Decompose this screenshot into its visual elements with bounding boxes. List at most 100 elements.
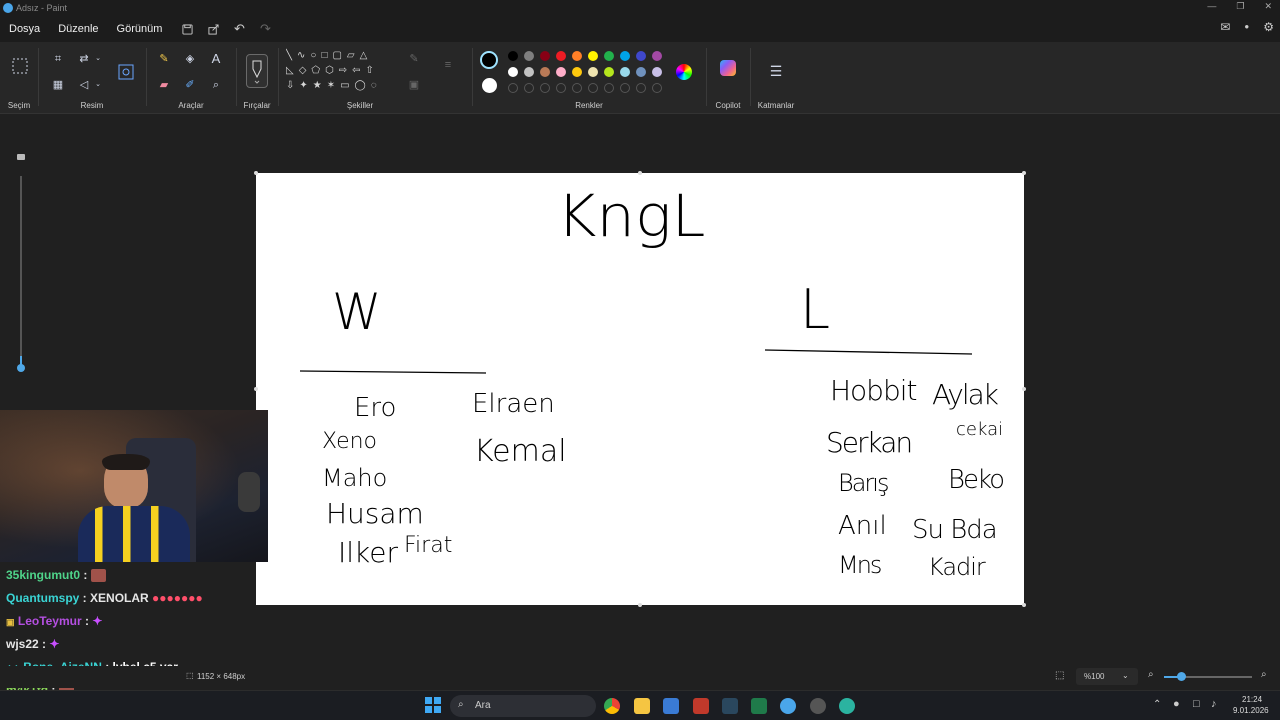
custom-color-slot[interactable] [540, 83, 550, 93]
color-swatch[interactable] [620, 51, 630, 61]
custom-color-slot[interactable] [588, 83, 598, 93]
drawing-canvas[interactable]: KngL W L Ero Elraen Xeno Kemal Maho Husa… [256, 173, 1024, 605]
secondary-color-swatch[interactable] [482, 78, 497, 93]
share-icon[interactable] [203, 19, 223, 39]
paint-taskbar-icon[interactable] [780, 698, 796, 714]
zoom-in-icon[interactable]: ⌕ [1261, 669, 1267, 680]
custom-color-slot[interactable] [652, 83, 662, 93]
primary-color-swatch[interactable] [480, 51, 498, 69]
slider-thumb[interactable] [17, 364, 25, 372]
edge-icon[interactable] [839, 698, 855, 714]
text-tool-icon[interactable]: A [208, 52, 224, 68]
menu-view[interactable]: Görünüm [108, 23, 172, 35]
volume-icon[interactable]: ♪ [1211, 698, 1217, 710]
color-swatch[interactable] [588, 51, 598, 61]
color-swatch[interactable] [636, 51, 646, 61]
custom-color-slot[interactable] [604, 83, 614, 93]
zoom-select[interactable]: %100 ⌄ [1076, 668, 1138, 685]
chrome-icon[interactable] [604, 698, 620, 714]
color-swatch[interactable] [636, 67, 646, 77]
maximize-icon[interactable]: ❐ [1236, 1, 1244, 12]
color-picker-icon[interactable]: ✐ [182, 78, 198, 94]
photos-icon[interactable] [663, 698, 679, 714]
eraser-icon[interactable]: ▰ [156, 78, 172, 94]
color-swatch[interactable] [604, 51, 614, 61]
taskbar-search[interactable]: ⌕ Ara [450, 695, 596, 717]
colors-label: Renkler [575, 101, 603, 110]
outline-icon[interactable]: ✎ [406, 52, 422, 68]
windows-start-icon[interactable] [425, 697, 441, 713]
custom-color-slot[interactable] [556, 83, 566, 93]
canvas-handle[interactable] [638, 603, 642, 607]
right-name: Kadir [928, 553, 986, 581]
canvas-handle[interactable] [1022, 387, 1026, 391]
color-swatch[interactable] [572, 67, 582, 77]
resize-dropdown-icon[interactable]: ⌄ [90, 52, 106, 68]
steam-icon[interactable] [722, 698, 738, 714]
menu-edit[interactable]: Düzenle [49, 23, 107, 35]
color-swatch[interactable] [604, 67, 614, 77]
custom-color-slot[interactable] [572, 83, 582, 93]
canvas-handle[interactable] [254, 387, 258, 391]
clock-date[interactable]: 9.01.2026 [1233, 706, 1269, 715]
custom-color-slot[interactable] [508, 83, 518, 93]
fill-bucket-icon[interactable]: ◈ [182, 52, 198, 68]
edit-colors-icon[interactable] [676, 64, 692, 80]
color-swatch[interactable] [588, 67, 598, 77]
fit-to-window-icon[interactable]: ⬚ [1055, 670, 1064, 681]
canvas-handle[interactable] [1022, 603, 1026, 607]
account-icon[interactable]: ● [1244, 20, 1249, 34]
color-swatch[interactable] [540, 67, 550, 77]
color-swatch[interactable] [508, 67, 518, 77]
microphone-icon[interactable]: ● [1173, 698, 1180, 710]
rotate-dropdown-icon[interactable]: ⌄ [90, 78, 106, 94]
clock-time[interactable]: 21:24 [1242, 695, 1262, 704]
color-swatch[interactable] [556, 51, 566, 61]
network-icon[interactable]: □ [1193, 698, 1200, 710]
undo-icon[interactable]: ↶ [229, 19, 249, 39]
app-icon-notification[interactable] [693, 698, 709, 714]
canvas-handle[interactable] [638, 171, 642, 175]
fill-icon[interactable]: ▣ [406, 78, 422, 94]
chevron-up-icon[interactable]: ⌃ [1153, 699, 1161, 710]
selection-rectangle-icon[interactable] [11, 58, 29, 76]
custom-color-slot[interactable] [524, 83, 534, 93]
color-swatch[interactable] [572, 51, 582, 61]
brush-icon[interactable] [246, 54, 268, 88]
image-select-icon[interactable]: ▦ [50, 78, 66, 94]
color-swatch[interactable] [620, 67, 630, 77]
remove-background-icon[interactable] [118, 64, 134, 80]
color-swatch[interactable] [540, 51, 550, 61]
settings-gear-icon[interactable]: ⚙ [1263, 20, 1274, 34]
canvas-handle[interactable] [254, 171, 258, 175]
minimize-icon[interactable]: — [1207, 1, 1216, 12]
save-icon[interactable] [177, 19, 197, 39]
shape-size-icon[interactable]: ≡ [440, 58, 456, 74]
color-swatch[interactable] [508, 51, 518, 61]
copilot-icon[interactable] [720, 60, 736, 76]
zoom-slider-thumb[interactable] [1177, 672, 1186, 681]
color-swatch[interactable] [524, 51, 534, 61]
feedback-icon[interactable]: ✉ [1220, 20, 1230, 34]
layers-icon[interactable]: ☰ [768, 64, 784, 80]
color-swatch[interactable] [556, 67, 566, 77]
shapes-gallery[interactable]: ╲∿○□▢▱△ ◺◇⬠⬡⇨⇦⇧ ⇩✦★✶▭◯◌ [286, 48, 398, 98]
zoom-out-icon[interactable]: ⌕ [1148, 669, 1154, 680]
crop-icon[interactable]: ⌗ [50, 52, 66, 68]
custom-color-slot[interactable] [636, 83, 646, 93]
canvas-handle[interactable] [1022, 171, 1026, 175]
color-swatch[interactable] [652, 67, 662, 77]
color-swatch[interactable] [652, 51, 662, 61]
menu-file[interactable]: Dosya [0, 23, 49, 35]
redo-icon[interactable]: ↷ [255, 19, 275, 39]
excel-icon[interactable] [751, 698, 767, 714]
close-icon[interactable]: ✕ [1264, 1, 1272, 12]
custom-color-slot[interactable] [620, 83, 630, 93]
magnifier-icon[interactable]: ⌕ [208, 78, 224, 94]
file-explorer-icon[interactable] [634, 698, 650, 714]
obs-icon[interactable] [810, 698, 826, 714]
brush-size-slider[interactable] [12, 150, 30, 390]
color-swatch[interactable] [524, 67, 534, 77]
pencil-icon[interactable]: ✎ [156, 52, 172, 68]
right-name: Serkan [826, 426, 913, 459]
